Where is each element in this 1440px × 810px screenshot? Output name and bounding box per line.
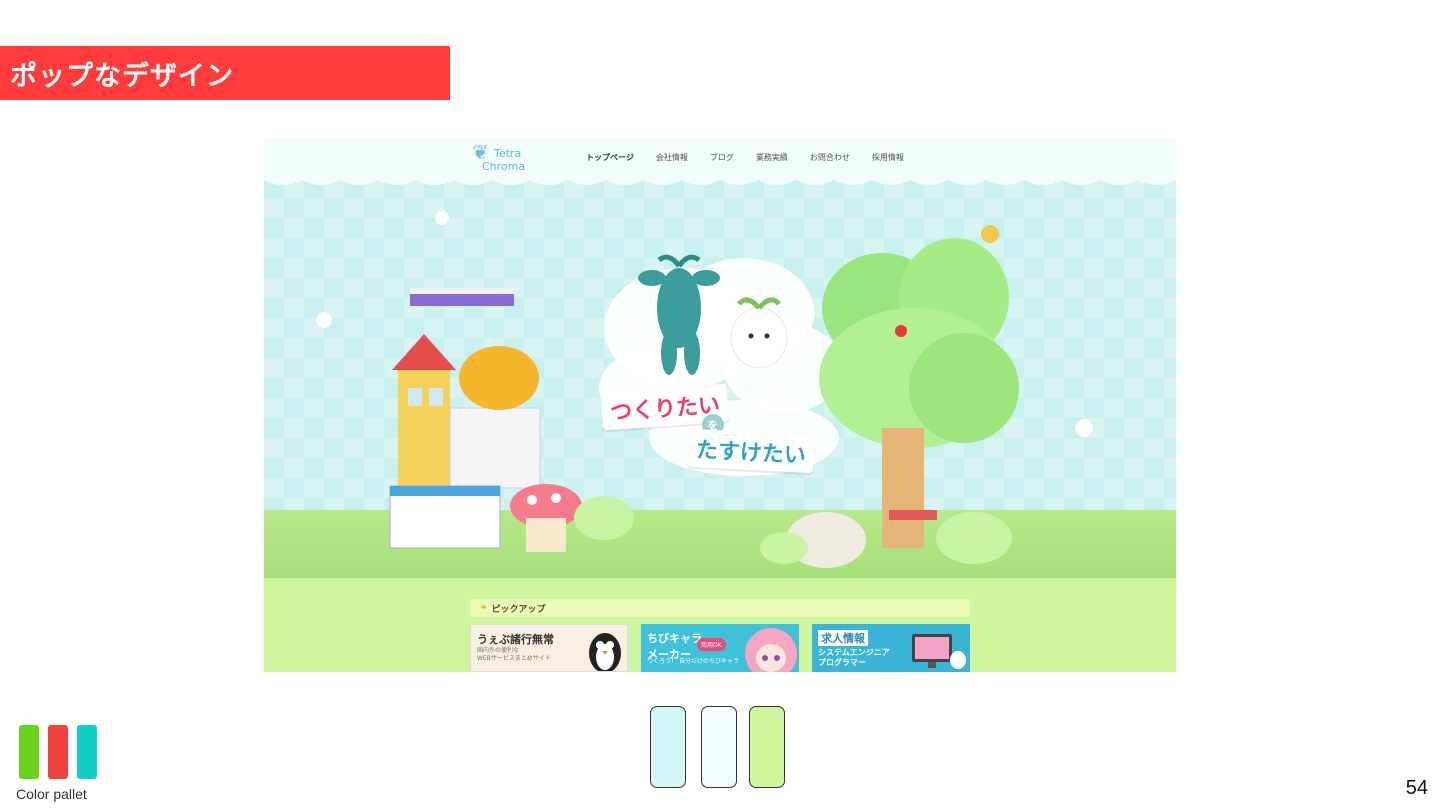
card-title: うぇぶ諸行無常 [477, 633, 554, 646]
page-number: 54 [1405, 777, 1428, 799]
card-subtitle-line2: WEBサービスまとめサイト [477, 655, 551, 662]
hero-catchcopy-line2: たすけたい [687, 428, 815, 474]
color-pallet-caption: Color pallet [16, 786, 87, 802]
color-swatch-2 [701, 706, 737, 788]
card-subtitle-line1: 国内外の便利な [477, 647, 520, 654]
pickup-card-recruit[interactable]: 求人情報 システムエンジニア プログラマー [812, 624, 970, 672]
pickup-header: ❧ ピックアップ [470, 599, 970, 617]
site-logo[interactable]: ❦ Tetra Chroma [472, 140, 542, 176]
logo-text-chroma: Chroma [482, 160, 526, 173]
color-swatch-1 [650, 706, 686, 788]
pickup-card-chibichara[interactable]: ちびキャラ メーカー 商用OK つくろう！ 自分だけのちびキャラ [641, 624, 799, 672]
card-title-line1: ちびキャラ [647, 632, 702, 645]
leaf-icon: ❧ [480, 603, 488, 613]
pallet-icon-bar-green [19, 725, 39, 779]
pallet-icon-bar-red [48, 725, 68, 779]
website-screenshot: ❦ Tetra Chroma トップページ 会社情報 ブログ 業務実績 お問合わ… [264, 138, 1176, 672]
header-scallop-edge [264, 176, 1176, 185]
site-header: ❦ Tetra Chroma トップページ 会社情報 ブログ 業務実績 お問合わ… [264, 138, 1176, 178]
penguin-icon [589, 633, 621, 671]
nav-item-top[interactable]: トップページ [586, 152, 634, 163]
pallet-icon-bar-teal [77, 725, 97, 779]
monitor-icon [912, 634, 966, 669]
nav-item-works[interactable]: 業務実績 [756, 152, 788, 163]
card-subtitle-line2: 自分だけのちびキャラ [678, 658, 739, 665]
commercial-ok-badge: 商用OK [697, 638, 726, 651]
nav-item-company[interactable]: 会社情報 [656, 152, 688, 163]
logo-text-tetra: Tetra [494, 147, 522, 160]
pickup-label: ピックアップ [491, 604, 546, 615]
hero-illustration [316, 211, 1093, 568]
nav-item-contact[interactable]: お問合わせ [810, 152, 850, 163]
logo-tree-icon: ❦ [472, 140, 489, 164]
card-subtitle: システムエンジニア プログラマー [818, 648, 890, 668]
anime-girl-icon [745, 628, 797, 672]
card-title: 求人情報 [818, 630, 868, 646]
slide-title: ポップなデザイン [0, 46, 450, 100]
site-nav: トップページ 会社情報 ブログ 業務実績 お問合わせ 採用情報 [586, 152, 926, 163]
card-subtitle-line1: つくろう！ [647, 658, 678, 665]
nav-item-blog[interactable]: ブログ [710, 152, 734, 163]
color-swatch-3 [749, 706, 785, 788]
nav-item-recruit[interactable]: 採用情報 [872, 152, 904, 163]
pickup-card-webservices[interactable]: うぇぶ諸行無常 国内外の便利な WEBサービスまとめサイト [470, 624, 628, 672]
card-subtitle-line2: プログラマー [818, 658, 866, 667]
card-subtitle: つくろう！ 自分だけのちびキャラ [647, 658, 739, 666]
card-subtitle-line1: システムエンジニア [818, 648, 890, 657]
card-subtitle: 国内外の便利な WEBサービスまとめサイト [477, 647, 551, 663]
